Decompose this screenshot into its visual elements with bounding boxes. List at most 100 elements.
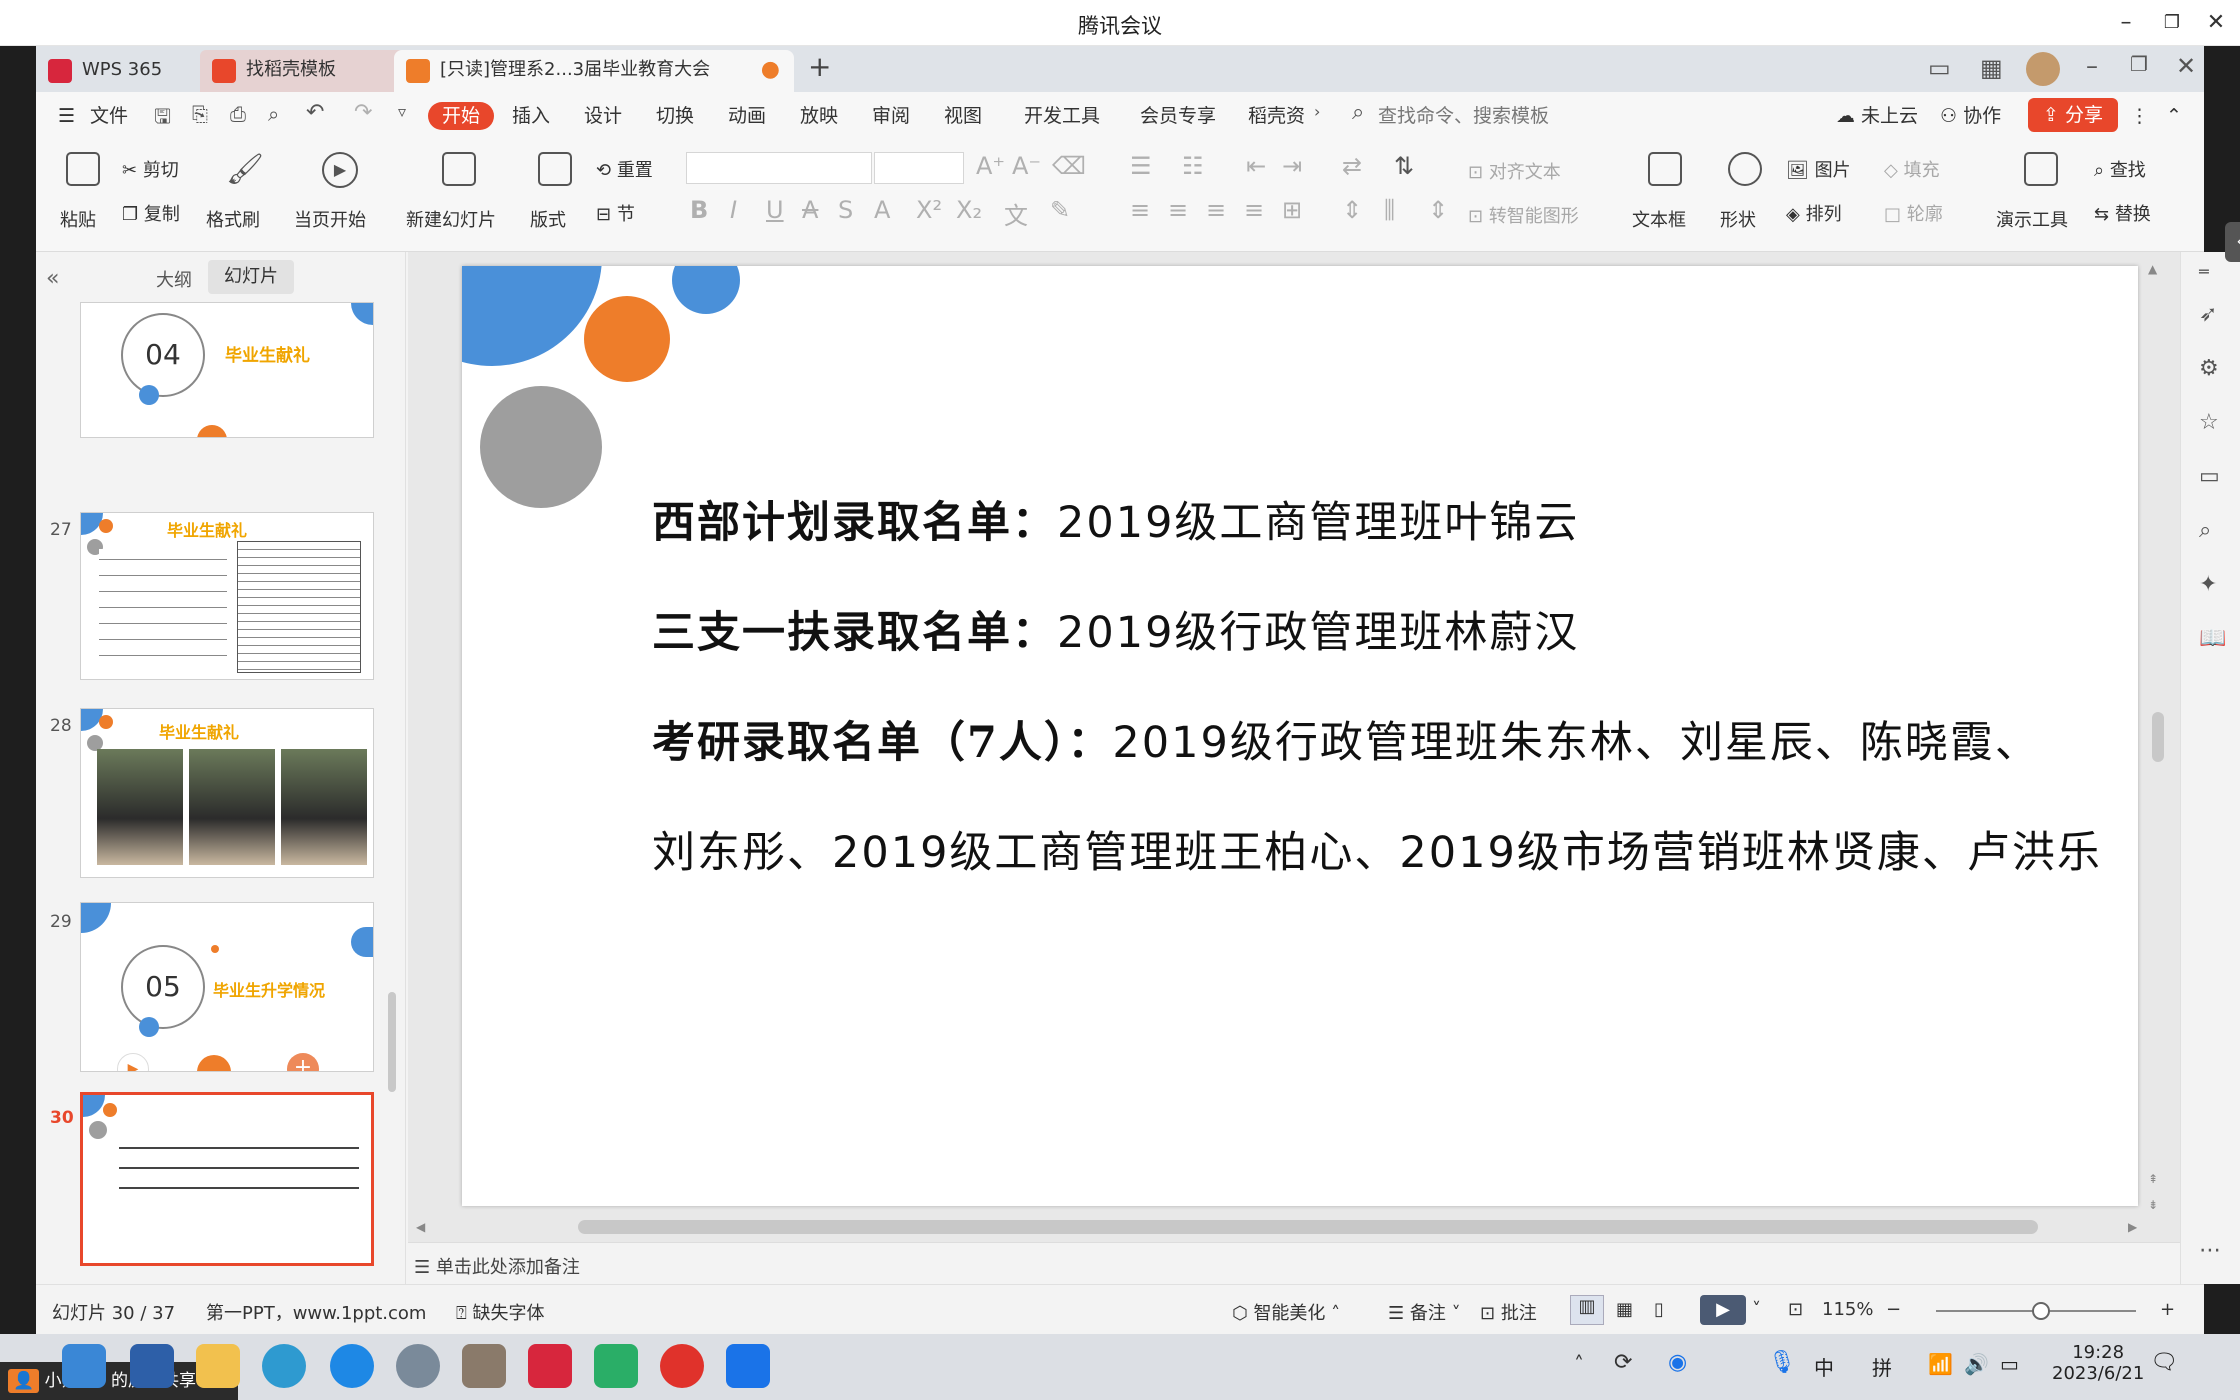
command-search[interactable]: 查找命令、搜索模板 [1378,102,1549,130]
close-icon[interactable]: ✕ [2176,52,2196,80]
align-center-icon[interactable]: ≡ [1168,196,1188,224]
smart-shape-button[interactable]: ⊡ 转智能图形 [1468,202,1579,228]
wechat-icon[interactable] [594,1344,638,1388]
cloud-status[interactable]: ☁ 未上云 [1836,102,1918,130]
menu-docer[interactable]: 稻壳资 [1248,102,1305,130]
scroll-left-icon[interactable]: ◀ [416,1220,425,1234]
slide[interactable]: 西部计划录取名单：2019级工商管理班叶锦云 三支一扶录取名单：2019级行政管… [462,266,2138,1206]
bullets-icon[interactable]: ☰ [1130,152,1152,180]
tab-wps365[interactable]: WPS 365 [36,50,196,92]
grid-icon[interactable]: ▦ [1980,54,2003,82]
zoom-in-button[interactable]: + [2160,1299,2175,1320]
horizontal-scroll-thumb[interactable] [578,1220,2038,1234]
minimize-button[interactable]: – [2106,6,2146,40]
wifi-icon[interactable]: 📶 [1928,1352,1953,1376]
battery-icon[interactable]: ▭ [2000,1352,2019,1376]
collapse-ribbon-icon[interactable]: ⌃ [2166,102,2182,130]
menu-view[interactable]: 视图 [944,102,982,130]
tab-document[interactable]: [只读]管理系2...3届毕业教育大会 ● [394,50,794,92]
slide-thumbnail[interactable]: 毕业生献礼 [80,512,374,680]
slide-line-western-plan[interactable]: 西部计划录取名单：2019级工商管理班叶锦云 [652,488,1579,550]
menu-slideshow[interactable]: 放映 [800,102,838,130]
tab-slides[interactable]: 幻灯片 [208,260,294,294]
line-spacing-icon[interactable]: ⇅ [1394,152,1414,180]
avatar[interactable] [2026,52,2060,86]
ai-icon[interactable]: ✦ [2199,572,2217,597]
sync-icon[interactable]: ⟳ [1614,1350,1632,1375]
layout-icon[interactable]: ▭ [1928,54,1951,82]
slide-thumbnail[interactable]: 04 毕业生献礼 [80,302,374,438]
phonetic-icon[interactable]: 文 [1004,196,1028,231]
print-icon[interactable]: ⎙ [230,102,246,126]
tab-template[interactable]: 找稻壳模板 [200,50,410,92]
scroll-right-icon[interactable]: ▶ [2128,1220,2137,1234]
ie-icon[interactable] [330,1344,374,1388]
panel-scrollbar[interactable] [388,992,396,1092]
more-icon[interactable]: ⋯ [2199,1238,2221,1263]
close-button[interactable]: ✕ [2196,6,2236,40]
meeting-icon[interactable] [726,1344,770,1388]
hamburger-icon[interactable]: ☰ [58,102,75,130]
wps-icon[interactable] [528,1344,572,1388]
column-spacing-icon[interactable]: ⇕ [1428,196,1448,224]
align-left-icon[interactable]: ≡ [1130,196,1150,224]
menu-home[interactable]: 开始 [428,102,495,130]
vertical-scrollbar[interactable] [2150,272,2166,1162]
outline-button[interactable]: □ 轮廓 [1884,200,1943,226]
menu-developer[interactable]: 开发工具 [1024,102,1100,130]
section-button[interactable]: ⊟ 节 [596,200,635,226]
highlight-icon[interactable]: ✎ [1050,196,1070,224]
increase-indent-icon[interactable]: ⇥ [1282,152,1302,180]
maximize-button[interactable]: ❐ [2152,6,2192,40]
strikethrough-icon[interactable]: A [802,196,818,224]
picture-button[interactable]: 🖼 图片 [1786,156,1851,182]
more-dropdown-icon[interactable]: ▿ [398,102,406,121]
expand-pane-icon[interactable]: ‹ [2225,222,2240,262]
slides-icon[interactable]: ▭ [2199,464,2220,489]
restore-icon[interactable]: ❐ [2130,52,2148,76]
align-right-icon[interactable]: ≡ [1206,196,1226,224]
play-from-current-button[interactable]: ▶ 当页开始 [290,152,390,242]
zoom-level[interactable]: 115% [1822,1299,1873,1320]
shape-button[interactable]: 形状 [1716,152,1776,242]
format-painter-button[interactable]: 🖌 格式刷 [202,152,282,242]
clock[interactable]: 19:28 2023/6/21 [2052,1342,2144,1384]
menu-transition[interactable]: 切换 [656,102,694,130]
menu-insert[interactable]: 插入 [512,102,550,130]
zoom-out-button[interactable]: − [1886,1299,1901,1320]
new-tab-button[interactable]: + [808,50,831,83]
text-direction-icon[interactable]: ⇄ [1342,152,1362,180]
find-button[interactable]: ⌕ 查找 [2094,156,2146,182]
font-name-select[interactable] [686,152,872,184]
font-color-icon[interactable]: A [874,196,890,224]
collab-button[interactable]: ⚇ 协作 [1940,102,2001,130]
italic-icon[interactable]: I [730,196,737,224]
volume-icon[interactable]: 🔊 [1964,1352,1989,1376]
justify-icon[interactable]: ≡ [1244,196,1264,224]
store-icon[interactable] [130,1344,174,1388]
settings-sliders-icon[interactable]: ⚙ [2199,356,2219,381]
tab-outline[interactable]: 大纲 [156,266,192,292]
reset-button[interactable]: ⟲ 重置 [596,156,653,182]
redo-icon[interactable]: ↷ [354,100,372,125]
menu-design[interactable]: 设计 [584,102,622,130]
tray-expand-icon[interactable]: ˄ [1574,1352,1584,1376]
image-search-icon[interactable]: ⌕ [2199,518,2211,543]
paragraph-spacing-icon[interactable]: ⇕ [1342,196,1362,224]
underline-icon[interactable]: U [766,196,784,224]
slideshow-dropdown-icon[interactable]: ˅ [1752,1299,1761,1320]
page-down-icon[interactable]: ⇟ [2148,1198,2158,1212]
netease-music-icon[interactable] [660,1344,704,1388]
pane-handle-icon[interactable]: ═ [2199,262,2209,281]
layout-button[interactable]: 版式 [526,152,586,242]
fit-window-icon[interactable]: ⊡ [1788,1299,1803,1320]
microphone-icon[interactable]: 🎙 [1768,1350,1796,1375]
reading-view-icon[interactable]: ▯ [1654,1299,1664,1320]
shrink-font-icon[interactable]: A⁻ [1012,152,1041,180]
vertical-scroll-thumb[interactable] [2152,712,2164,762]
file-explorer-icon[interactable] [196,1344,240,1388]
bold-icon[interactable]: B [690,196,708,224]
clear-format-icon[interactable]: ⌫ [1052,152,1086,180]
save-icon[interactable]: 🖫 [154,102,171,136]
scroll-right-icon[interactable]: › [1314,102,1320,121]
